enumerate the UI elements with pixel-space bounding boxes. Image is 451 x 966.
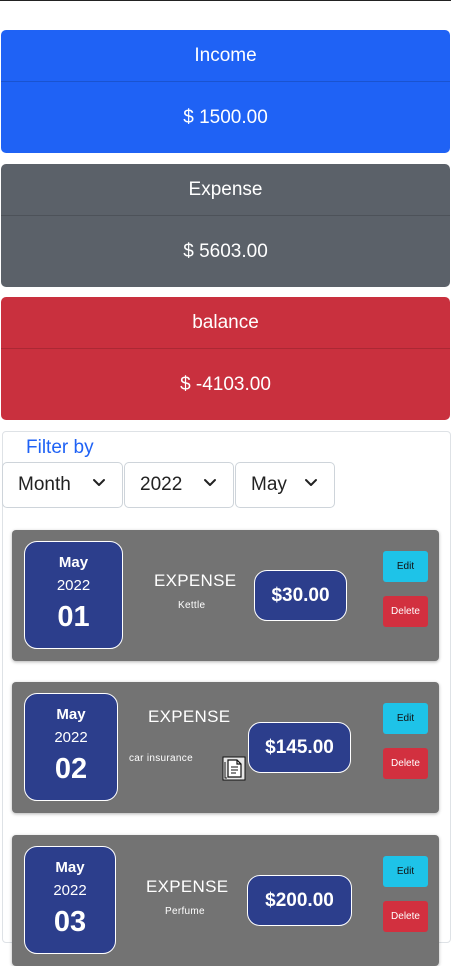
transaction-description: Perfume (165, 906, 205, 917)
transaction-amount: $30.00 (254, 570, 347, 621)
transaction-amount: $200.00 (247, 875, 352, 926)
transaction-amount: $145.00 (248, 722, 351, 773)
chevron-down-icon (204, 479, 216, 486)
transaction-card: May 2022 02 EXPENSE car insurance $145.0… (12, 682, 439, 813)
transaction-card: May 2022 01 EXPENSE Kettle $30.00 Edit D… (12, 530, 439, 661)
year-select-value: 2022 (140, 474, 183, 495)
period-select-value: Month (18, 474, 71, 495)
month-select[interactable]: May (235, 462, 335, 508)
delete-button[interactable]: Delete (383, 748, 428, 779)
income-label: Income (1, 30, 450, 82)
balance-value: $ -4103.00 (180, 373, 271, 395)
chevron-down-icon (305, 479, 317, 486)
expense-label: Expense (1, 164, 450, 216)
transaction-card: May 2022 03 EXPENSE Perfume $200.00 Edit… (12, 835, 439, 966)
chevron-down-icon (93, 479, 105, 486)
transaction-description: Kettle (178, 600, 206, 611)
filter-title: Filter by (26, 437, 94, 458)
date-day: 01 (57, 601, 90, 633)
date-badge: May 2022 01 (24, 541, 123, 649)
date-year: 2022 (54, 729, 88, 746)
edit-button[interactable]: Edit (383, 703, 428, 734)
date-year: 2022 (53, 882, 87, 899)
transaction-type: EXPENSE (148, 707, 231, 726)
transaction-description: car insurance (129, 753, 193, 764)
year-select[interactable]: 2022 (124, 462, 234, 508)
document-icon (222, 756, 246, 781)
edit-button[interactable]: Edit (383, 551, 428, 582)
balance-label: balance (1, 297, 450, 349)
edit-button[interactable]: Edit (383, 856, 428, 887)
transaction-type: EXPENSE (154, 571, 237, 590)
delete-button[interactable]: Delete (383, 596, 428, 627)
income-value: $ 1500.00 (183, 106, 268, 128)
period-select[interactable]: Month (2, 462, 123, 508)
date-month: May (56, 706, 86, 723)
date-day: 02 (54, 753, 88, 785)
date-badge: May 2022 02 (24, 693, 118, 801)
date-month: May (55, 859, 85, 876)
date-badge: May 2022 03 (24, 846, 116, 954)
transaction-type: EXPENSE (146, 877, 229, 896)
date-year: 2022 (56, 577, 91, 594)
balance-card: balance $ -4103.00 (1, 297, 450, 420)
income-card: Income $ 1500.00 (1, 30, 450, 153)
delete-button[interactable]: Delete (383, 901, 428, 932)
expense-value: $ 5603.00 (183, 240, 268, 262)
expense-card: Expense $ 5603.00 (1, 164, 450, 287)
top-border (0, 0, 451, 1)
date-month: May (58, 554, 89, 571)
month-select-value: May (251, 474, 287, 495)
date-day: 03 (53, 906, 87, 938)
